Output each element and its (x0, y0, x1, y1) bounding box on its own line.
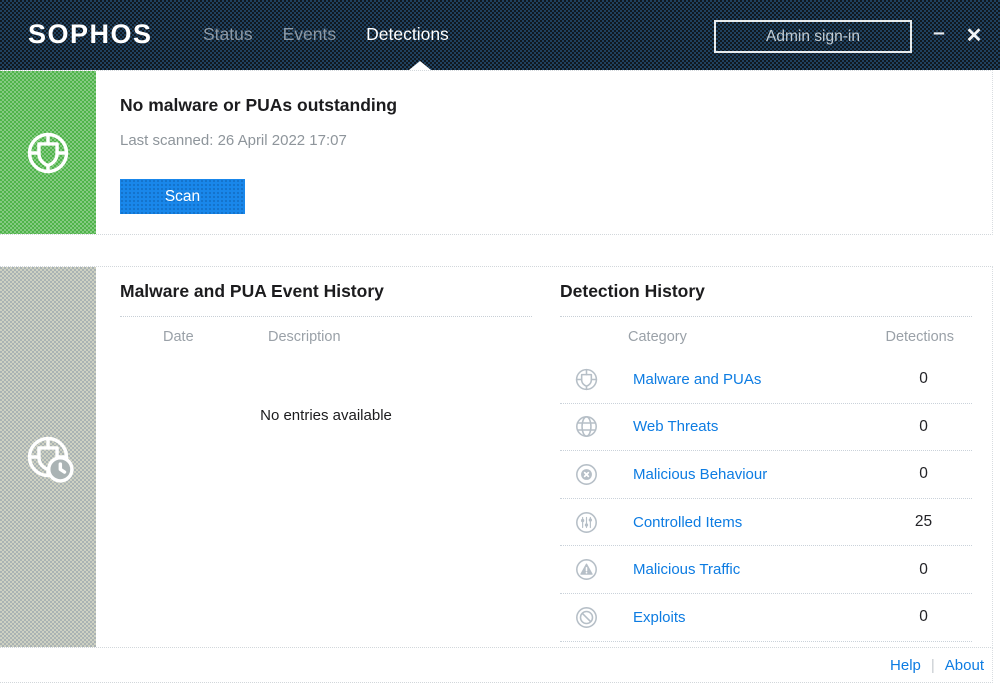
detection-count: 25 (875, 513, 972, 531)
help-link[interactable]: Help (890, 657, 921, 674)
footer-separator: | (931, 657, 935, 674)
detection-row: Controlled Items 25 (560, 499, 972, 547)
detection-history-header: Category Detections (560, 317, 972, 356)
detection-category-link[interactable]: Exploits (633, 609, 686, 626)
detection-category-link[interactable]: Controlled Items (633, 514, 742, 531)
detection-category-link[interactable]: Malicious Behaviour (633, 466, 767, 483)
detection-count: 0 (875, 561, 972, 579)
minimize-icon[interactable]: – (926, 21, 952, 49)
footer: Help | About (0, 648, 993, 683)
event-history-table: Malware and PUA Event History Date Descr… (120, 267, 532, 647)
event-history-title: Malware and PUA Event History (120, 281, 384, 302)
status-title: No malware or PUAs outstanding (120, 95, 397, 116)
detection-count: 0 (875, 418, 972, 436)
sliders-icon (571, 507, 602, 538)
status-panel: No malware or PUAs outstanding Last scan… (0, 70, 993, 235)
status-accent-strip (0, 71, 96, 234)
event-history-header: Date Description (120, 317, 532, 356)
prohibited-icon (571, 602, 602, 633)
scan-button[interactable]: Scan (120, 179, 245, 214)
shield-target-icon (19, 124, 77, 182)
detection-history-table: Detection History Category Detections Ma… (560, 267, 972, 647)
detection-category-link[interactable]: Malware and PUAs (633, 371, 761, 388)
detection-row: Malicious Traffic 0 (560, 546, 972, 594)
detection-category-link[interactable]: Web Threats (633, 418, 718, 435)
column-header-detections: Detections (875, 329, 972, 345)
last-scanned-text: Last scanned: 26 April 2022 17:07 (120, 132, 347, 149)
detection-count: 0 (875, 465, 972, 483)
sophos-endpoint-window: SOPHOS Status Events Detections Admin si… (0, 0, 1000, 687)
close-icon[interactable]: ✕ (960, 23, 988, 51)
no-entries-text: No entries available (120, 407, 532, 424)
tab-status[interactable]: Status (203, 24, 253, 45)
tab-events[interactable]: Events (283, 24, 337, 45)
detection-count: 0 (875, 608, 972, 626)
column-header-date: Date (163, 329, 268, 345)
about-link[interactable]: About (945, 657, 984, 674)
detection-count: 0 (875, 370, 972, 388)
sophos-logo: SOPHOS (28, 19, 153, 50)
admin-sign-in-button[interactable]: Admin sign-in (714, 20, 912, 53)
detection-row: Malicious Behaviour 0 (560, 451, 972, 499)
detection-table-body: Malware and PUAs0Web Threats0Malicious B… (560, 356, 972, 642)
shield-target-icon (571, 364, 602, 395)
burst-icon (571, 459, 602, 490)
history-panel: Malware and PUA Event History Date Descr… (0, 266, 993, 648)
navbar: SOPHOS Status Events Detections Admin si… (0, 0, 1000, 70)
column-header-description: Description (268, 329, 341, 345)
column-header-category: Category (628, 329, 687, 345)
detection-category-link[interactable]: Malicious Traffic (633, 561, 740, 578)
detection-history-title: Detection History (560, 281, 705, 302)
tab-detections[interactable]: Detections (366, 24, 449, 45)
active-tab-caret (409, 61, 431, 70)
nav-tabs: Status Events Detections (203, 0, 449, 68)
history-accent-strip (0, 267, 96, 647)
detection-row: Exploits 0 (560, 594, 972, 642)
detection-row: Malware and PUAs 0 (560, 356, 972, 404)
scan-history-icon (19, 428, 77, 486)
detection-row: Web Threats 0 (560, 404, 972, 452)
globe-icon (571, 411, 602, 442)
warning-triangle-icon (571, 554, 602, 585)
